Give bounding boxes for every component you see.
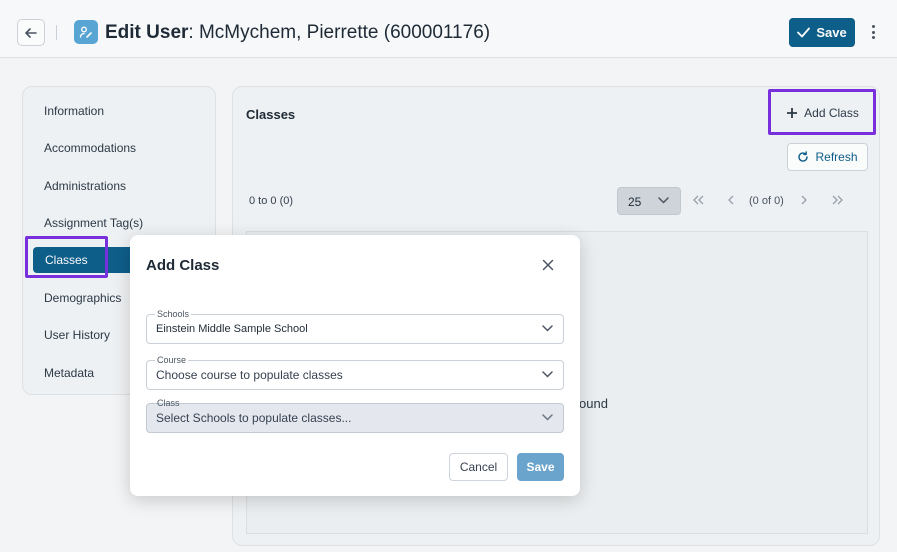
- dialog-title: Add Class: [146, 257, 220, 274]
- close-icon[interactable]: [540, 257, 556, 273]
- cancel-button[interactable]: Cancel: [449, 453, 508, 481]
- class-label: Class: [157, 398, 180, 408]
- class-placeholder: Select Schools to populate classes...: [156, 411, 352, 425]
- schools-label: Schools: [155, 308, 192, 320]
- course-label: Course: [155, 354, 189, 366]
- schools-value: Einstein Middle Sample School: [156, 323, 308, 335]
- course-select[interactable]: Course Choose course to populate classes: [146, 354, 564, 390]
- chevron-down-icon: [542, 325, 553, 332]
- dialog-save-button[interactable]: Save: [517, 453, 564, 481]
- class-select[interactable]: Class Select Schools to populate classes…: [146, 398, 564, 433]
- course-placeholder: Choose course to populate classes: [156, 368, 343, 382]
- schools-select[interactable]: Schools Einstein Middle Sample School: [146, 308, 564, 344]
- chevron-down-icon: [542, 371, 553, 378]
- add-class-dialog: Add Class Schools Einstein Middle Sample…: [130, 235, 580, 496]
- chevron-down-icon: [542, 414, 553, 421]
